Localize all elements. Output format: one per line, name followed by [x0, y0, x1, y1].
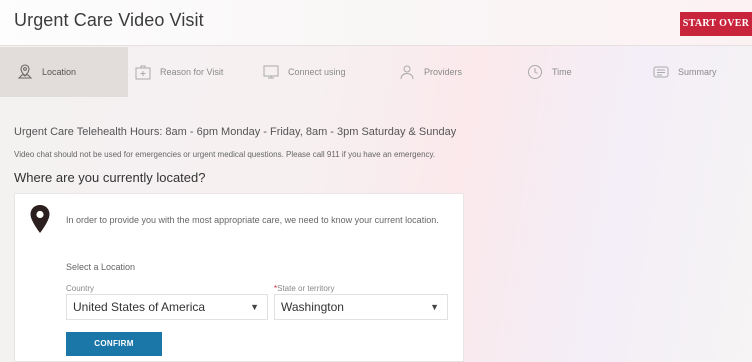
state-value: Washington — [281, 300, 344, 314]
step-connect-using[interactable]: Connect using — [262, 47, 380, 97]
list-icon — [652, 63, 670, 81]
medical-bag-icon — [134, 63, 152, 81]
step-time[interactable]: Time — [526, 47, 636, 97]
chevron-down-icon: ▼ — [250, 302, 259, 312]
telehealth-hours: Urgent Care Telehealth Hours: 8am - 6pm … — [14, 126, 457, 138]
step-label: Summary — [678, 67, 717, 77]
step-label: Time — [552, 67, 572, 77]
step-progress-bar: Location Reason for Visit Connect using … — [0, 47, 752, 97]
confirm-button[interactable]: CONFIRM — [66, 332, 162, 356]
step-label: Location — [42, 67, 77, 77]
page-title: Urgent Care Video Visit — [14, 10, 204, 30]
location-question: Where are you currently located? — [14, 170, 206, 185]
step-label: Providers — [424, 67, 463, 77]
step-label: Reason for Visit — [160, 67, 224, 77]
chevron-down-icon: ▼ — [430, 302, 439, 312]
map-pin-icon — [29, 204, 51, 234]
user-icon — [398, 63, 416, 81]
step-reason-for-visit[interactable]: Reason for Visit — [134, 47, 252, 97]
location-explanation: In order to provide you with the most ap… — [66, 215, 439, 225]
app-header: Urgent Care Video Visit START OVER — [0, 0, 752, 46]
location-card: In order to provide you with the most ap… — [14, 193, 464, 362]
country-select[interactable]: United States of America ▼ — [66, 294, 268, 320]
country-value: United States of America — [73, 300, 206, 314]
state-label: State or territory — [277, 284, 335, 293]
step-location[interactable]: Location — [0, 47, 128, 97]
clock-icon — [526, 63, 544, 81]
location-pin-icon — [16, 63, 34, 81]
start-over-button[interactable]: START OVER — [680, 12, 752, 36]
step-summary[interactable]: Summary — [652, 47, 752, 97]
state-select[interactable]: Washington ▼ — [274, 294, 448, 320]
state-label-group: *State or territory — [274, 284, 334, 293]
country-label: Country — [66, 284, 95, 293]
monitor-icon — [262, 63, 280, 81]
step-providers[interactable]: Providers — [398, 47, 508, 97]
step-label: Connect using — [288, 67, 346, 77]
select-location-label: Select a Location — [66, 262, 136, 272]
emergency-warning: Video chat should not be used for emerge… — [14, 150, 436, 159]
